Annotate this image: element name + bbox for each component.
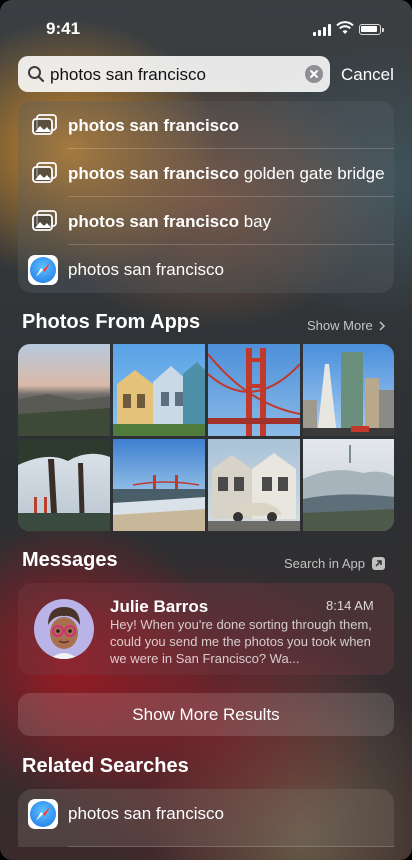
- message-sender: Julie Barros: [110, 597, 209, 616]
- search-in-app-label: Search in App: [284, 556, 365, 571]
- divider: [68, 846, 394, 847]
- photo-thumbnail[interactable]: [18, 439, 110, 531]
- suggestion-rest: bay: [238, 212, 272, 231]
- search-in-app-link[interactable]: Search in App: [284, 556, 385, 571]
- search-input[interactable]: photos san francisco: [50, 65, 206, 85]
- suggestion-match: photos san francisco: [68, 164, 239, 183]
- clear-search-button[interactable]: [305, 65, 323, 83]
- photo-thumbnail[interactable]: [303, 439, 394, 531]
- safari-icon: [28, 799, 58, 829]
- photo-thumbnail[interactable]: [113, 344, 205, 436]
- section-title-related: Related Searches: [22, 755, 189, 777]
- message-body: Hey! When you're done sorting through th…: [110, 617, 372, 666]
- suggestion-match: photos san francisco: [68, 116, 239, 135]
- suggestions-list: photos san francisco photos san francisc…: [18, 101, 394, 293]
- section-title-messages: Messages: [22, 549, 118, 571]
- close-icon: [310, 70, 318, 78]
- cancel-button[interactable]: Cancel: [341, 65, 394, 85]
- photos-icon: [32, 210, 57, 231]
- related-search-label: photos san francisco: [68, 804, 224, 823]
- avatar: [34, 599, 94, 659]
- search-icon: [28, 66, 45, 83]
- photo-thumbnail[interactable]: [208, 439, 300, 531]
- status-bar: 9:41: [0, 0, 412, 52]
- photo-thumbnail[interactable]: [303, 344, 394, 436]
- photos-icon: [32, 114, 57, 135]
- related-searches-list: photos san francisco: [18, 789, 394, 847]
- status-time: 9:41: [46, 19, 81, 38]
- related-search-item[interactable]: photos san francisco: [18, 789, 394, 847]
- section-title-photos: Photos From Apps: [22, 311, 201, 333]
- safari-icon: [28, 255, 58, 285]
- message-time: 8:14 AM: [326, 598, 374, 613]
- suggestion-item[interactable]: photos san francisco: [18, 245, 394, 293]
- open-app-icon: [371, 557, 385, 570]
- photo-grid: [18, 344, 394, 531]
- cellular-signal-icon: [313, 24, 331, 36]
- suggestion-rest: photos san francisco: [68, 260, 224, 279]
- search-field[interactable]: photos san francisco: [18, 56, 330, 92]
- show-more-label: Show More: [307, 318, 373, 333]
- chevron-right-icon: [379, 321, 386, 331]
- photos-icon: [32, 162, 57, 183]
- suggestion-item[interactable]: photos san francisco: [18, 101, 394, 149]
- spotlight-screen: 9:41 photos san francisco Cancel photos …: [0, 0, 412, 860]
- photo-thumbnail[interactable]: [208, 344, 300, 436]
- battery-icon: [359, 24, 384, 35]
- wifi-icon: [336, 21, 354, 34]
- photo-thumbnail[interactable]: [113, 439, 205, 531]
- suggestion-item[interactable]: photos san francisco golden gate bridge: [18, 149, 394, 197]
- photo-thumbnail[interactable]: [18, 344, 110, 436]
- suggestion-item[interactable]: photos san francisco bay: [18, 197, 394, 245]
- suggestion-match: photos san francisco: [68, 212, 239, 231]
- show-more-results-button[interactable]: Show More Results: [18, 693, 394, 736]
- show-more-link[interactable]: Show More: [307, 318, 386, 333]
- suggestion-rest: golden gate bridge: [238, 164, 385, 183]
